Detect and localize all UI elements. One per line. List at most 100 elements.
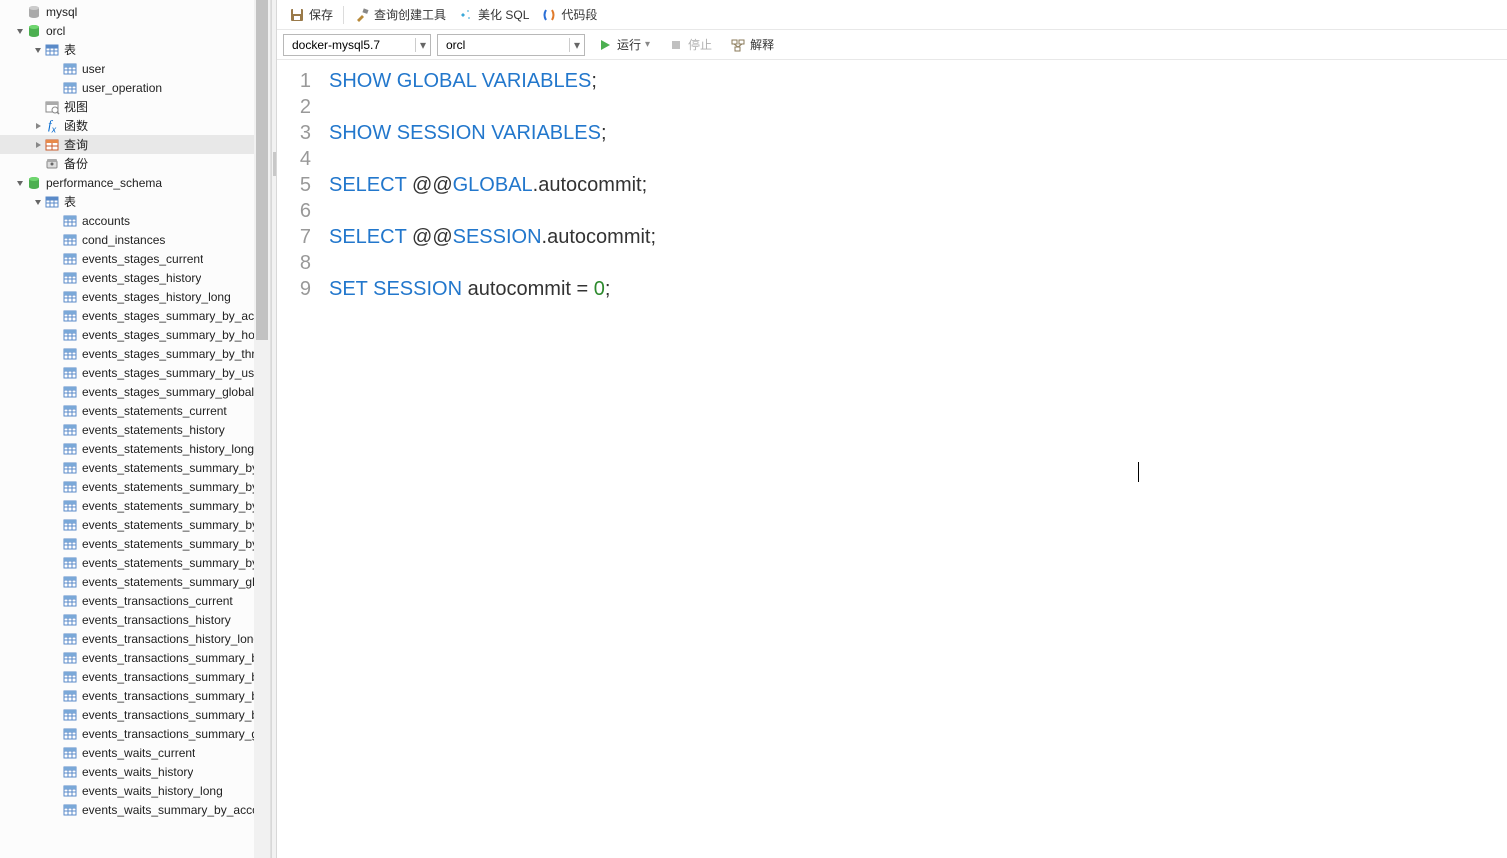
tree-item-label: 备份 [64, 155, 88, 172]
code-line[interactable]: SHOW SESSION VARIABLES; [329, 120, 1507, 146]
tree-item[interactable]: accounts [0, 211, 270, 230]
tree-item[interactable]: 视图 [0, 97, 270, 116]
tree-item[interactable]: events_transactions_history_long [0, 629, 270, 648]
expand-arrow-icon[interactable] [14, 25, 26, 37]
tree-item-label: accounts [82, 214, 130, 228]
code-area[interactable]: SHOW GLOBAL VARIABLES; SHOW SESSION VARI… [323, 60, 1507, 858]
database-icon [26, 175, 42, 191]
tree-item[interactable]: cond_instances [0, 230, 270, 249]
tree-item[interactable]: 表 [0, 40, 270, 59]
tree-item-label: events_stages_summary_by_thread [82, 347, 266, 361]
tree-item[interactable]: events_transactions_summary_by_h [0, 667, 270, 686]
tree-item[interactable]: user [0, 59, 270, 78]
tree-item[interactable]: events_transactions_summary_by_u [0, 705, 270, 724]
tree-item[interactable]: events_statements_history [0, 420, 270, 439]
tree-item[interactable]: events_statements_summary_by_th [0, 534, 270, 553]
snippet-button[interactable]: 代码段 [535, 3, 603, 27]
tree-item[interactable]: events_transactions_history [0, 610, 270, 629]
tree-item[interactable]: events_statements_current [0, 401, 270, 420]
code-line[interactable] [329, 94, 1507, 120]
tree-item[interactable]: events_waits_history [0, 762, 270, 781]
tree-item[interactable]: events_statements_summary_by_ho [0, 496, 270, 515]
tree-item[interactable]: events_statements_summary_by_pr [0, 515, 270, 534]
tree-item[interactable]: events_statements_summary_by_us [0, 553, 270, 572]
expand-arrow-icon [50, 538, 62, 550]
explain-button[interactable]: 解释 [724, 33, 780, 57]
expand-arrow-icon[interactable] [32, 44, 44, 56]
run-button[interactable]: 运行 ▾ [591, 33, 656, 57]
tree-item[interactable]: orcl [0, 21, 270, 40]
stop-button[interactable]: 停止 [662, 33, 718, 57]
code-line[interactable]: SET SESSION autocommit = 0; [329, 276, 1507, 302]
sql-editor[interactable]: 123456789 SHOW GLOBAL VARIABLES; SHOW SE… [277, 60, 1507, 858]
table-icon [62, 802, 78, 818]
save-button[interactable]: 保存 [283, 3, 339, 27]
code-line[interactable] [329, 198, 1507, 224]
tree-item[interactable]: events_stages_history_long [0, 287, 270, 306]
tables-icon [44, 42, 60, 58]
expand-arrow-icon [50, 633, 62, 645]
tree-item[interactable]: events_transactions_summary_glob [0, 724, 270, 743]
sidebar-scrollbar[interactable] [254, 0, 270, 858]
tree-item[interactable]: events_transactions_current [0, 591, 270, 610]
expand-arrow-icon[interactable] [14, 177, 26, 189]
connection-select[interactable]: docker-mysql5.7 ▾ [283, 34, 431, 56]
tree-item[interactable]: 备份 [0, 154, 270, 173]
tree-item[interactable]: events_stages_current [0, 249, 270, 268]
code-line[interactable] [329, 250, 1507, 276]
code-line[interactable]: SELECT @@SESSION.autocommit; [329, 224, 1507, 250]
tree-item[interactable]: mysql [0, 2, 270, 21]
tree-item[interactable]: events_waits_current [0, 743, 270, 762]
tree-item[interactable]: events_waits_summary_by_account [0, 800, 270, 819]
expand-arrow-icon [50, 329, 62, 341]
function-icon: fx [44, 118, 60, 134]
code-line[interactable] [329, 146, 1507, 172]
explain-label: 解释 [750, 36, 774, 53]
line-number: 6 [277, 198, 311, 224]
code-line[interactable]: SELECT @@GLOBAL.autocommit; [329, 172, 1507, 198]
tree-item[interactable]: fx函数 [0, 116, 270, 135]
tree-item[interactable]: events_statements_history_long [0, 439, 270, 458]
tree-item-label: events_statements_summary_globa [82, 575, 266, 589]
expand-arrow-icon [50, 785, 62, 797]
tree-item[interactable]: 查询 [0, 135, 270, 154]
tree-item[interactable]: events_stages_summary_by_user_by [0, 363, 270, 382]
tree-item[interactable]: events_statements_summary_globa [0, 572, 270, 591]
tree-item-label: 视图 [64, 98, 88, 115]
tree-item[interactable]: 表 [0, 192, 270, 211]
expand-arrow-icon [50, 652, 62, 664]
parentheses-icon [541, 7, 557, 23]
tree-item[interactable]: events_statements_summary_by_di [0, 477, 270, 496]
beautify-sql-button[interactable]: 美化 SQL [452, 3, 535, 27]
expand-arrow-icon [50, 424, 62, 436]
table-icon [62, 574, 78, 590]
sidebar: mysqlorcl表useruser_operation视图fx函数查询备份pe… [0, 0, 271, 858]
expand-arrow-icon[interactable] [32, 120, 44, 132]
expand-arrow-icon [50, 443, 62, 455]
tree-item[interactable]: events_statements_summary_by_ac [0, 458, 270, 477]
tree-item[interactable]: performance_schema [0, 173, 270, 192]
table-icon [62, 61, 78, 77]
expand-arrow-icon[interactable] [32, 196, 44, 208]
tree-item[interactable]: events_stages_summary_by_thread [0, 344, 270, 363]
database-select[interactable]: orcl ▾ [437, 34, 585, 56]
expand-arrow-icon[interactable] [32, 139, 44, 151]
tree-item[interactable]: events_transactions_summary_by_t [0, 686, 270, 705]
tree-item[interactable]: user_operation [0, 78, 270, 97]
line-number: 7 [277, 224, 311, 250]
tree-item[interactable]: events_stages_summary_global_by [0, 382, 270, 401]
tree-item[interactable]: events_stages_summary_by_host_by [0, 325, 270, 344]
tree-item[interactable]: events_transactions_summary_by_a [0, 648, 270, 667]
database-icon [26, 4, 42, 20]
query-builder-button[interactable]: 查询创建工具 [348, 3, 452, 27]
code-line[interactable]: SHOW GLOBAL VARIABLES; [329, 68, 1507, 94]
tree-item[interactable]: events_stages_summary_by_account [0, 306, 270, 325]
tree-item[interactable]: events_waits_history_long [0, 781, 270, 800]
tree-item-label: events_transactions_summary_by_a [82, 651, 266, 665]
tree-item[interactable]: events_stages_history [0, 268, 270, 287]
db-tree[interactable]: mysqlorcl表useruser_operation视图fx函数查询备份pe… [0, 0, 270, 819]
scrollbar-thumb[interactable] [256, 0, 268, 340]
run-toolbar: docker-mysql5.7 ▾ orcl ▾ 运行 ▾ 停止 [277, 30, 1507, 60]
table-icon [62, 232, 78, 248]
view-icon [44, 99, 60, 115]
